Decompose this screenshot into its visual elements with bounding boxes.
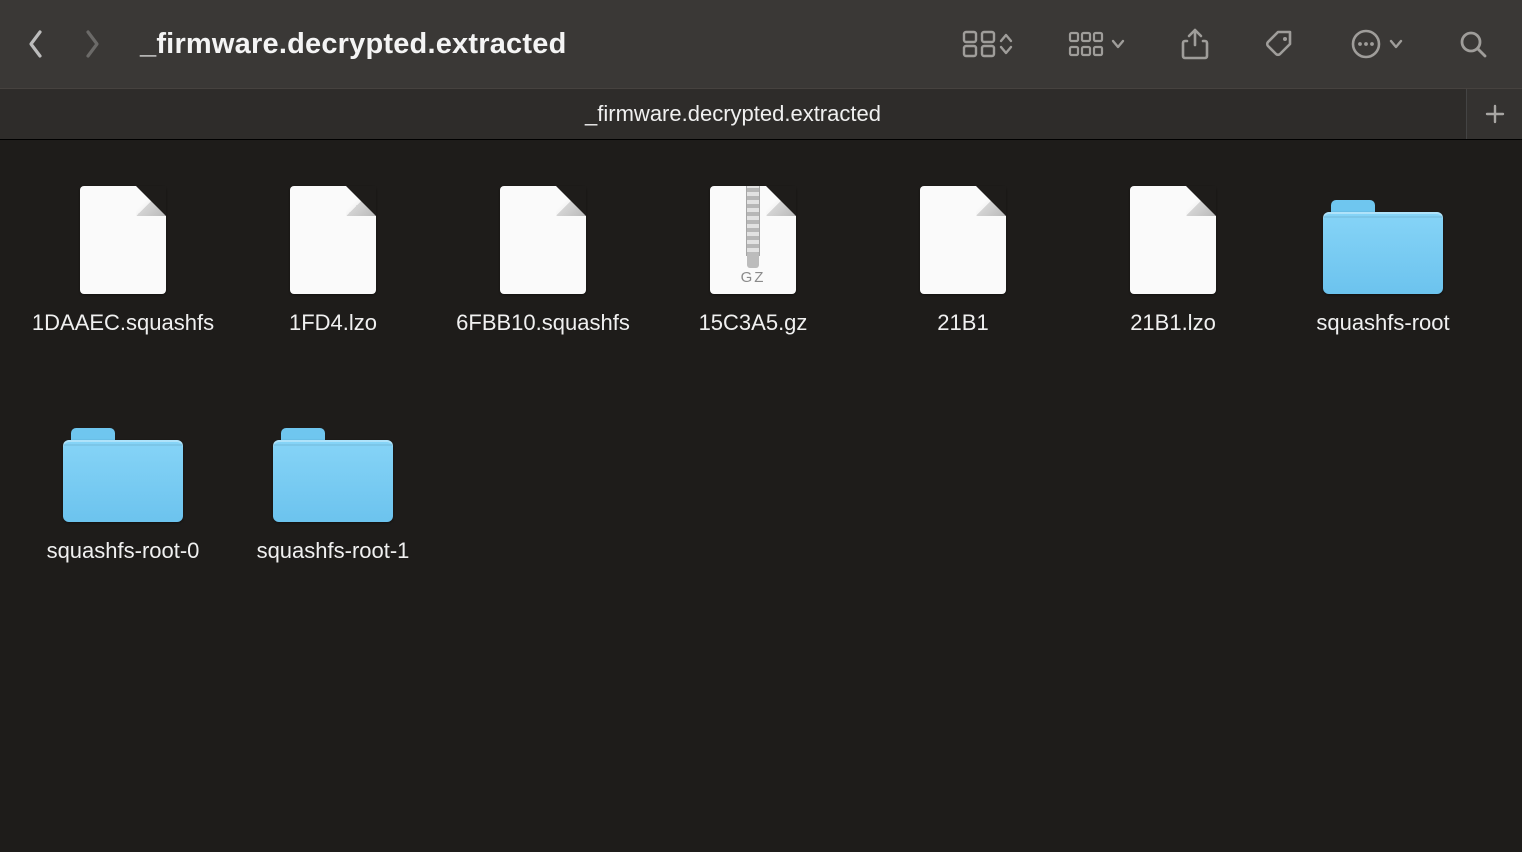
folder-icon [1323, 174, 1443, 294]
archive-file-icon: GZ [693, 174, 813, 294]
tab-current[interactable]: _firmware.decrypted.extracted [0, 89, 1466, 139]
nav-buttons [22, 24, 106, 64]
item-label: 15C3A5.gz [699, 310, 808, 336]
file-item[interactable]: GZ 15C3A5.gz [648, 174, 858, 336]
tags-button[interactable] [1264, 28, 1296, 60]
chevron-right-icon [83, 29, 101, 59]
toolbar-actions [962, 27, 1500, 61]
chevron-down-icon [1388, 36, 1404, 52]
item-label: squashfs-root-1 [257, 538, 410, 564]
search-icon [1458, 29, 1488, 59]
chevron-down-icon [1110, 36, 1126, 52]
group-button[interactable] [1068, 30, 1126, 58]
new-tab-button[interactable] [1466, 89, 1522, 139]
back-button[interactable] [22, 24, 50, 64]
folder-item[interactable]: squashfs-root [1278, 174, 1488, 336]
item-label: 1FD4.lzo [289, 310, 377, 336]
generic-file-icon [1113, 174, 1233, 294]
item-label: 1DAAEC.squashfs [32, 310, 214, 336]
share-icon [1180, 27, 1210, 61]
folder-icon [63, 402, 183, 522]
tag-icon [1264, 28, 1296, 60]
item-label: squashfs-root-0 [47, 538, 200, 564]
more-actions-button[interactable] [1350, 28, 1404, 60]
finder-window: _firmware.decrypted.extracted [0, 0, 1522, 852]
file-item[interactable]: 1FD4.lzo [228, 174, 438, 336]
generic-file-icon [273, 174, 393, 294]
file-item[interactable]: 6FBB10.squashfs [438, 174, 648, 336]
file-item[interactable]: 1DAAEC.squashfs [18, 174, 228, 336]
share-button[interactable] [1180, 27, 1210, 61]
view-mode-button[interactable] [962, 30, 1014, 58]
folder-item[interactable]: squashfs-root-1 [228, 402, 438, 564]
file-type-tag: GZ [710, 269, 796, 286]
item-label: 21B1 [937, 310, 988, 336]
plus-icon [1484, 103, 1506, 125]
file-item[interactable]: 21B1 [858, 174, 1068, 336]
file-item[interactable]: 21B1.lzo [1068, 174, 1278, 336]
up-down-chevron-icon [998, 30, 1014, 58]
folder-item[interactable]: squashfs-root-0 [18, 402, 228, 564]
tabstrip: _firmware.decrypted.extracted [0, 88, 1522, 140]
forward-button[interactable] [78, 24, 106, 64]
chevron-left-icon [27, 29, 45, 59]
group-grid-icon [1068, 30, 1104, 58]
window-title: _firmware.decrypted.extracted [140, 28, 566, 61]
item-label: 21B1.lzo [1130, 310, 1216, 336]
ellipsis-circle-icon [1350, 28, 1382, 60]
folder-icon [273, 402, 393, 522]
toolbar: _firmware.decrypted.extracted [0, 0, 1522, 88]
search-button[interactable] [1458, 29, 1488, 59]
grid-icon [962, 30, 996, 58]
generic-file-icon [903, 174, 1023, 294]
item-label: 6FBB10.squashfs [456, 310, 630, 336]
generic-file-icon [483, 174, 603, 294]
generic-file-icon [63, 174, 183, 294]
tab-label: _firmware.decrypted.extracted [585, 101, 881, 127]
item-label: squashfs-root [1316, 310, 1449, 336]
file-grid: 1DAAEC.squashfs 1FD4.lzo 6FBB10.squashfs GZ… [0, 140, 1522, 852]
